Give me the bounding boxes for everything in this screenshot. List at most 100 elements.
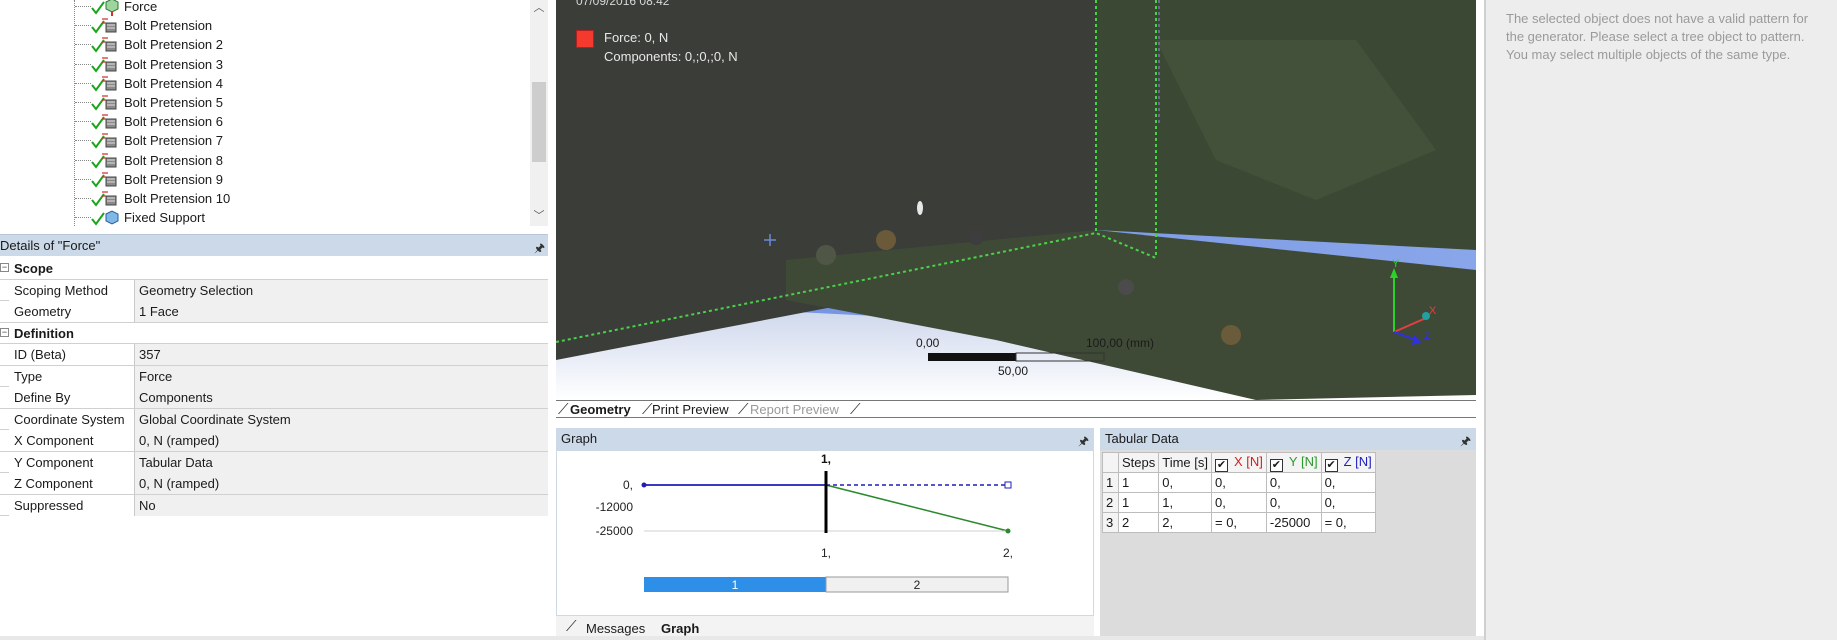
tabular-data-table[interactable]: Steps Time [s] ✔ X [N] ✔ Y [N] ✔ Z [N] 1 1 0,… [1102, 452, 1376, 533]
tree-item-label: Force [124, 0, 158, 14]
table-cell-x[interactable]: = 0, [1211, 512, 1267, 533]
table-cell-z[interactable]: = 0, [1320, 512, 1376, 533]
help-text: The selected object does not have a vali… [1506, 11, 1809, 62]
data-point[interactable] [1005, 528, 1011, 534]
tree-item[interactable]: Bolt Pretension 3 [0, 55, 530, 74]
tree-item[interactable]: Bolt Pretension [0, 16, 530, 35]
y-tick-label: 0, [623, 478, 633, 492]
tree-branch [75, 44, 91, 46]
details-row[interactable]: Y Component Tabular Data [0, 451, 548, 473]
column-header-y[interactable]: ✔ Y [N] [1265, 452, 1322, 473]
graph-body[interactable]: 0, -12000 -25000 1, 1, 2, 1 2 [556, 450, 1094, 616]
details-value[interactable]: 357 [135, 344, 548, 365]
table-header-row: Steps Time [s] ✔ X [N] ✔ Y [N] ✔ Z [N] [1102, 452, 1376, 473]
scale-mid-label: 50,00 [998, 364, 1029, 378]
tab-messages[interactable]: Messages [586, 621, 645, 636]
details-row[interactable]: Define By Components [0, 387, 548, 409]
tree-item-label: Bolt Pretension 2 [124, 37, 224, 53]
tree-item[interactable]: Bolt Pretension 10 [0, 189, 530, 208]
tree-branch [75, 82, 91, 84]
pin-icon[interactable]: 🖈 [1460, 432, 1471, 453]
collapse-icon[interactable]: − [0, 263, 9, 272]
details-value[interactable]: Tabular Data [135, 451, 548, 473]
data-point[interactable] [1004, 481, 1012, 489]
scroll-down-icon[interactable]: ﹀ [533, 210, 545, 222]
details-value[interactable]: 0, N (ramped) [135, 473, 548, 494]
x-checkbox[interactable]: ✔ [1215, 458, 1228, 472]
details-value[interactable]: 0, N (ramped) [135, 430, 548, 451]
details-row[interactable]: X Component 0, N (ramped) [0, 430, 548, 452]
table-cell-steps[interactable]: 2 [1117, 512, 1160, 533]
details-row[interactable]: Coordinate System Global Coordinate Syste… [0, 408, 548, 430]
tree-item[interactable]: Bolt Pretension 4 [0, 74, 530, 93]
table-cell-steps[interactable]: 1 [1117, 492, 1160, 513]
details-value[interactable]: Geometry Selection [135, 279, 548, 301]
details-row[interactable]: ID (Beta) 357 [0, 344, 548, 366]
details-value[interactable]: No [135, 494, 548, 516]
table-cell-steps[interactable]: 1 [1117, 472, 1160, 493]
details-value[interactable]: Components [135, 387, 548, 408]
outline-tree: Force Bolt Pretension Bolt Pretension 2 Bol… [0, 0, 548, 226]
details-row[interactable]: Suppressed No [0, 494, 548, 516]
collapse-icon[interactable]: − [0, 327, 9, 337]
details-row[interactable]: Scoping Method Geometry Selection [0, 279, 548, 301]
bolt-pretension-icon [90, 94, 120, 112]
column-header-x[interactable]: ✔ X [N] [1211, 452, 1267, 473]
tree-scrollbar-thumb[interactable] [532, 82, 546, 162]
table-cell-y[interactable]: -25000 [1265, 512, 1322, 533]
tree-item[interactable]: Bolt Pretension 2 [0, 35, 530, 54]
tree-item[interactable]: Bolt Pretension 6 [0, 112, 530, 131]
details-value[interactable]: 1 Face [135, 301, 548, 322]
data-point[interactable] [641, 482, 647, 488]
tab-report-preview[interactable]: Report Preview [750, 402, 839, 417]
tree-item[interactable]: Force [0, 0, 530, 16]
table-cell-z[interactable]: 0, [1320, 492, 1376, 513]
tree-item[interactable]: Bolt Pretension 7 [0, 131, 530, 150]
column-header-steps[interactable]: Steps [1117, 452, 1160, 473]
tabular-data-panel: Tabular Data 🖈 Steps Time [s] ✔ X [N] ✔ Y … [1100, 428, 1476, 640]
details-title: Details of "Force" [0, 238, 101, 253]
table-row[interactable]: 3 2 2, = 0, -25000 = 0, [1102, 512, 1376, 533]
table-cell-time[interactable]: 0, [1158, 472, 1212, 493]
table-cell-x[interactable]: 0, [1211, 472, 1267, 493]
step-bar-label: 1 [732, 578, 739, 592]
table-cell-x[interactable]: 0, [1211, 492, 1267, 513]
bolt-hole [1118, 279, 1134, 295]
tree-scrollbar[interactable]: ︿ ﹀ [530, 0, 548, 226]
details-value[interactable]: Global Coordinate System [135, 408, 548, 430]
bolt-pretension-icon [90, 56, 120, 74]
tree-item[interactable]: Bolt Pretension 9 [0, 170, 530, 189]
column-header-time[interactable]: Time [s] [1158, 452, 1212, 473]
details-row[interactable]: Geometry 1 Face [0, 301, 548, 323]
table-cell-z[interactable]: 0, [1320, 472, 1376, 493]
pin-icon[interactable]: 🖈 [534, 239, 545, 260]
details-category-definition[interactable]: − Definition [0, 322, 548, 344]
geometry-viewport[interactable]: 07/09/2016 08:42 Force: 0, N Components:… [556, 0, 1476, 400]
details-category-scope[interactable]: − Scope [0, 258, 548, 280]
tree-item[interactable]: Bolt Pretension 5 [0, 93, 530, 112]
table-row[interactable]: 1 1 0, 0, 0, 0, [1102, 472, 1376, 493]
y-checkbox[interactable]: ✔ [1269, 458, 1283, 472]
scroll-up-icon[interactable]: ︿ [533, 2, 545, 14]
bolt-hole [1221, 325, 1241, 345]
details-row[interactable]: Z Component 0, N (ramped) [0, 473, 548, 495]
tree-item[interactable]: Bolt Pretension 8 [0, 151, 530, 170]
table-row[interactable]: 2 1 1, 0, 0, 0, [1102, 492, 1376, 513]
load-history-chart[interactable]: 0, -12000 -25000 1, 1, 2, 1 2 [557, 451, 1093, 615]
details-row[interactable]: Type Force [0, 365, 548, 387]
row-number: 2 [1102, 492, 1119, 513]
tab-print-preview[interactable]: Print Preview [652, 402, 729, 417]
table-cell-time[interactable]: 1, [1158, 492, 1212, 513]
details-category-label: Scope [14, 261, 54, 276]
table-cell-y[interactable]: 0, [1265, 472, 1322, 493]
tab-graph[interactable]: Graph [661, 621, 699, 636]
axis-x-label: X [1429, 305, 1437, 317]
tab-geometry[interactable]: Geometry [570, 402, 631, 417]
details-value[interactable]: Force [135, 365, 548, 387]
table-cell-time[interactable]: 2, [1158, 512, 1212, 533]
z-checkbox[interactable]: ✔ [1324, 458, 1338, 472]
column-header-z[interactable]: ✔ Z [N] [1320, 452, 1376, 473]
tree-item[interactable]: Fixed Support [0, 208, 530, 226]
table-cell-y[interactable]: 0, [1265, 492, 1322, 513]
tree-branch [75, 102, 91, 103]
